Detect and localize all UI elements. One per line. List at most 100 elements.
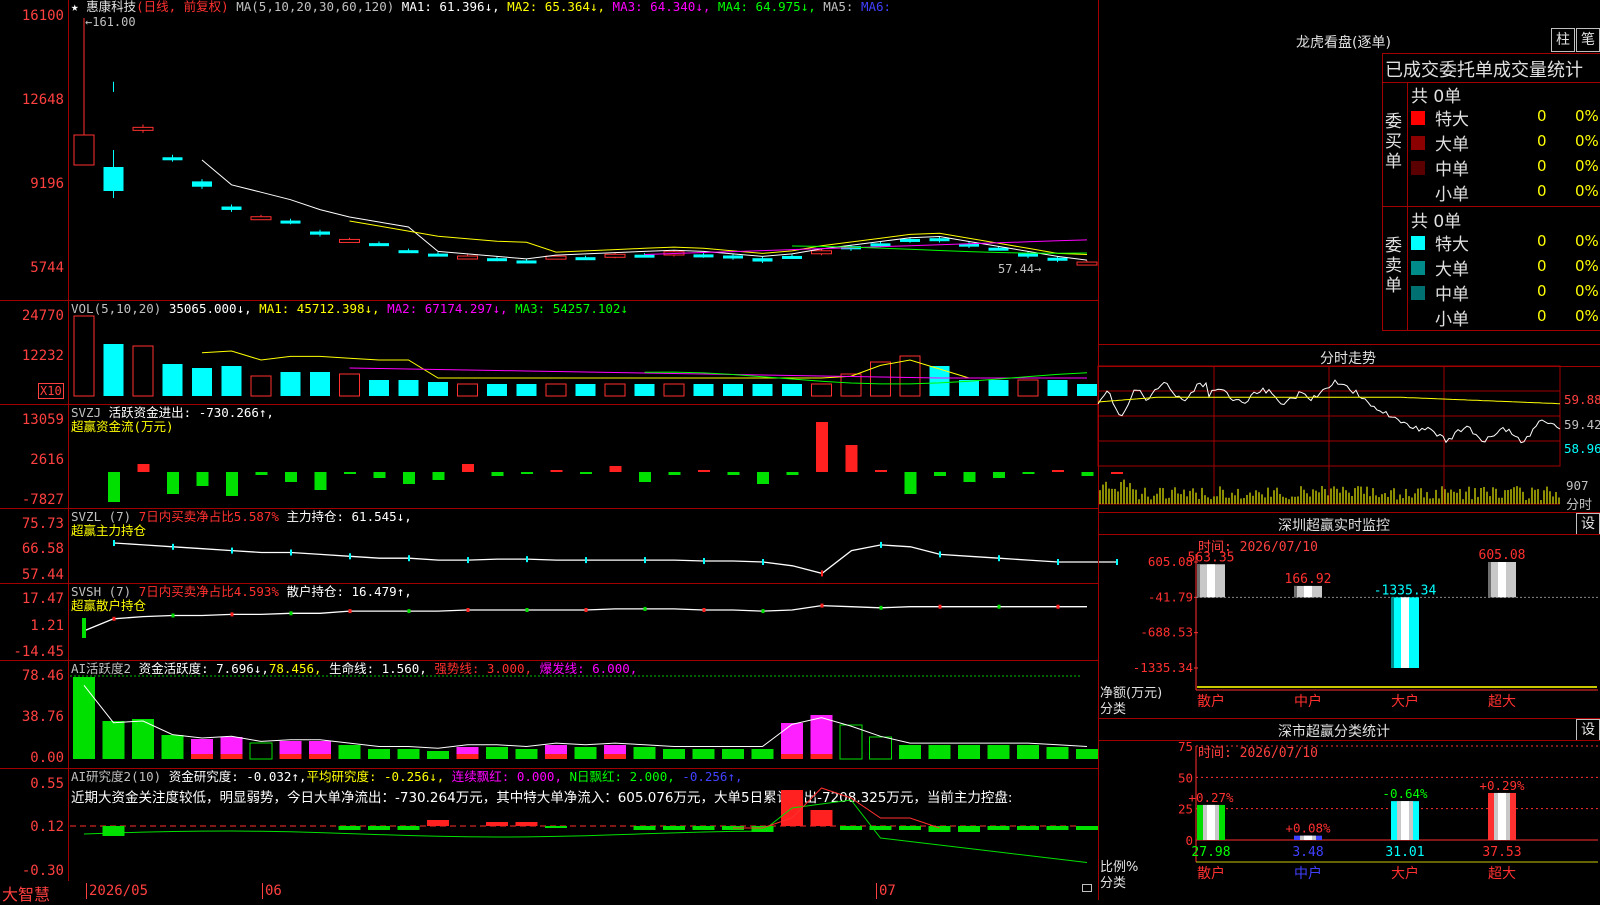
retail-mark: [289, 611, 293, 616]
volume-bar: [752, 384, 773, 396]
volume-bar: [988, 380, 1009, 396]
monitor-bar-highlight: [1207, 564, 1215, 598]
candle-body: [604, 253, 626, 258]
tick-mode-button[interactable]: 笔: [1576, 28, 1600, 52]
candle-body: [221, 206, 242, 210]
retail-mark: [643, 606, 647, 611]
candle-body: [811, 250, 832, 255]
volume-bar: [162, 364, 183, 396]
flow-bar: [786, 472, 799, 475]
activity-bar: [663, 749, 685, 759]
stat-axis-label: 75: [1178, 739, 1193, 754]
flow-bar: [108, 472, 120, 502]
flow-bar: [373, 472, 386, 478]
row-name: 中单: [1435, 285, 1469, 305]
stat-chart: 7550250+0.27%27.98散户+0.08%3.48中户-0.64%31…: [1178, 739, 1598, 882]
retail-mark: [1056, 604, 1060, 609]
stat-category-label: 散户: [1197, 865, 1225, 882]
ai-activity-chart: [70, 675, 1098, 760]
date-label: 2026/05: [86, 883, 148, 899]
monitor-chart: 605.08 -41.79 -688.53 -1335.34 563.35 散户 166.9…: [1133, 548, 1598, 710]
activity-bar: [692, 749, 715, 759]
color-swatch: [1411, 136, 1425, 150]
volume-bar: [310, 372, 330, 396]
retail-mark: [997, 604, 1001, 609]
monitor-baseline: [1197, 686, 1597, 688]
activity-base: [810, 754, 833, 759]
color-swatch: [1411, 111, 1425, 125]
activity-bar: [574, 747, 597, 759]
activity-bar: [397, 749, 420, 759]
candle-body: [545, 255, 567, 260]
candle-body: [487, 258, 507, 262]
monitor-category-label: 中户: [1294, 693, 1322, 710]
research-bar: [427, 820, 449, 826]
volume-bar: [929, 366, 950, 396]
stat-panel[interactable]: 深市超赢分类统计 设 时间: 2026/07/10 比例% 分类 75 50 25 0…: [1098, 718, 1600, 900]
candle-body: [457, 255, 478, 260]
monitor-bar-label: 563.35: [1188, 550, 1235, 565]
volume-bar: [545, 383, 567, 397]
vol-ma1-line: [201, 350, 1087, 379]
row-percent: 0%: [1575, 282, 1599, 300]
monitor-axis-label: -1335.34: [1133, 660, 1193, 675]
fenshi-panel[interactable]: 分时走势 59.88 59.42 58.96 907 分时: [1097, 344, 1600, 513]
color-swatch: [1411, 311, 1425, 325]
row-count: 0: [1537, 257, 1547, 275]
ma1-line: [201, 159, 1088, 261]
stat-bar-highlight: [1207, 804, 1215, 840]
flow-bar: [580, 472, 592, 474]
bar-mode-button[interactable]: 柱: [1551, 28, 1575, 52]
holding-mark: [998, 555, 1000, 562]
stat-bar-highlight: [1304, 835, 1312, 840]
research-bar: [840, 826, 862, 830]
svzj-panel[interactable]: 13059 2616 -7827 SVZJ 活跃资金进出: -730.266↑,…: [0, 404, 1123, 509]
candlestick-chart: [73, 18, 1098, 266]
candle-body: [1018, 253, 1038, 257]
research-bar: [368, 826, 390, 830]
volume-bar: [723, 384, 743, 396]
candle-body: [634, 254, 655, 258]
lhb-table: 已成交委托单成交量统计 委买单 委卖单 共 0单 共 0单 特大 0 0% 大单 0 0%…: [1382, 53, 1600, 331]
ai-activity-panel[interactable]: 78.46 38.76 0.00 AI活跃度2 资金活跃度: 7.696↓,78…: [0, 660, 1098, 769]
activity-bar: [839, 724, 863, 760]
retail-mark: [525, 608, 529, 612]
monitor-bar-label: 605.08: [1479, 548, 1526, 563]
svsh-panel[interactable]: 17.47 1.21 -14.45 SVSH (7) 7日内买卖净占比4.593…: [0, 583, 1098, 661]
candle-body: [73, 134, 95, 166]
stat-value-label: 3.48: [1292, 845, 1323, 860]
svzl-panel[interactable]: 75.73 66.58 57.44 SVZL (7) 7日内买卖净占比5.587…: [0, 508, 1118, 584]
retail-mark: [348, 609, 352, 614]
research-bar: [692, 826, 715, 830]
ai-research-panel[interactable]: 0.55 0.12 -0.30 AI研究度2(10) 资金研究度: -0.032…: [0, 768, 1098, 882]
holding-mark: [939, 551, 941, 558]
flow-bar: [845, 445, 858, 472]
activity-bar: [102, 721, 125, 759]
row-count: 0: [1537, 157, 1547, 175]
activity-bar: [722, 749, 744, 759]
lock-icon[interactable]: [1082, 884, 1092, 892]
svzl-chart: [113, 540, 1118, 577]
date-label: 07: [876, 883, 896, 899]
row-name: 中单: [1435, 160, 1469, 180]
row-name: 特大: [1435, 110, 1469, 130]
research-bar: [899, 826, 921, 830]
activity-bar: [368, 749, 390, 759]
volume-panel[interactable]: 24770 12232 X10 VOL(5,10,20) 35065.000↓,…: [0, 300, 1098, 405]
volume-bar: [840, 373, 862, 397]
row-name: 特大: [1435, 235, 1469, 255]
holding-mark: [1057, 559, 1059, 565]
kline-panel[interactable]: 16100 12648 9196 5744 ★ 惠康科技(日线, 前复权) MA…: [0, 0, 1098, 301]
activity-bar: [486, 747, 508, 759]
flow-bar: [255, 472, 268, 475]
monitor-axis-label: -688.53: [1140, 625, 1193, 640]
monitor-axis-label: 605.08: [1148, 554, 1193, 569]
flow-bar: [609, 466, 622, 472]
retail-mark: [702, 608, 706, 612]
stat-axis-label: 50: [1178, 770, 1193, 785]
monitor-axis-label: -41.79: [1148, 589, 1193, 604]
monitor-panel[interactable]: 深圳超赢实时监控 设 时间: 2026/07/10 净额(万元) 分类 605.…: [1098, 512, 1600, 719]
retail-mark: [938, 604, 942, 609]
research-bar: [987, 826, 1010, 830]
retail-mark: [230, 612, 234, 617]
